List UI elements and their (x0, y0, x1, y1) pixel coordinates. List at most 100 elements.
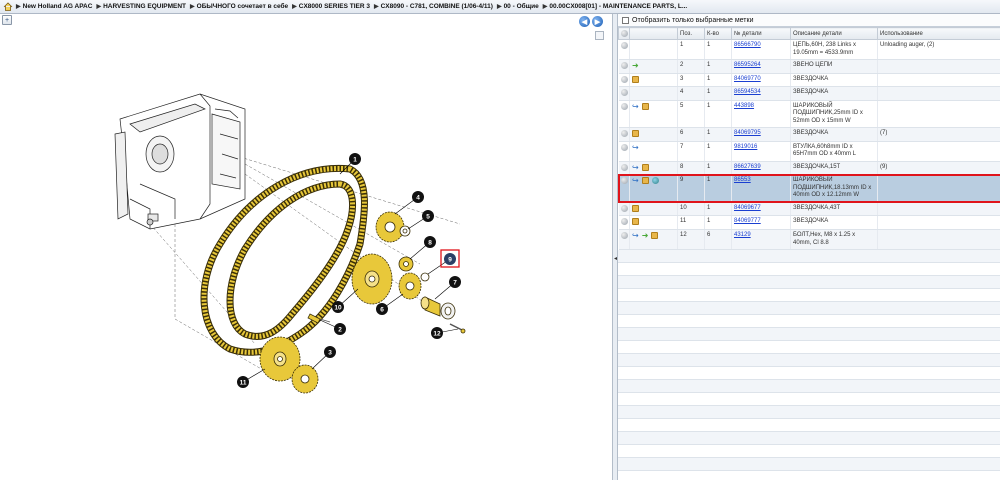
table-row[interactable]: ↪ 9 1 86553 ШАРИКОВЫЙ ПОДШИПНИК,18.13mm ID x… (617, 173, 1000, 204)
table-row[interactable]: 4 1 86594534 ЗВЕЗДОЧКА (618, 86, 1000, 101)
parts-diagram[interactable]: 1 2 3 4 5 6 7 8 9 10 11 12 (0, 28, 612, 480)
table-row[interactable]: 10 1 84069677 ЗВЕЗДОЧКА,43Т (618, 202, 1000, 217)
package-icon[interactable] (641, 102, 649, 110)
callout-5[interactable]: 5 (407, 210, 434, 230)
table-row[interactable]: 6 1 84069795 ЗВЕЗДОЧКА (7) (618, 127, 1000, 142)
breadcrumb-link[interactable]: New Holland AG APAC (23, 3, 93, 10)
next-page-icon[interactable]: ▶ (592, 16, 603, 27)
part-number-link[interactable]: 86594534 (734, 89, 761, 95)
add-icon[interactable]: + (2, 15, 12, 25)
replace-arrow-icon[interactable]: ↪ (632, 177, 639, 185)
breadcrumb-item[interactable]: ▶ ОБЫЧНОГО сочетает в себе (190, 3, 288, 10)
replace-arrow-icon[interactable]: ↪ (632, 102, 639, 110)
breadcrumb-item[interactable]: ▶ New Holland AG APAC (16, 3, 92, 10)
select-icon[interactable] (620, 232, 628, 240)
home-icon[interactable] (3, 2, 13, 11)
package-icon[interactable] (641, 177, 649, 185)
select-icon[interactable] (620, 62, 628, 69)
header-part-number[interactable]: № детали (731, 27, 791, 40)
callout-4[interactable]: 4 (394, 191, 424, 215)
select-icon[interactable] (620, 218, 628, 226)
callout-3[interactable]: 3 (311, 346, 336, 370)
replace-arrow-icon[interactable]: ↪ (632, 232, 639, 240)
select-icon[interactable] (620, 177, 628, 185)
select-icon[interactable] (620, 75, 628, 83)
row-select-cell[interactable] (618, 174, 630, 203)
table-row[interactable]: ↪ 5 1 443898 ШАРИКОВЫЙ ПОДШИПНИК,25mm ID x 5… (618, 100, 1000, 129)
row-select-cell[interactable] (618, 127, 630, 142)
part-number-link[interactable]: 86627639 (734, 164, 761, 170)
part-number-link[interactable]: 86595264 (734, 62, 761, 68)
header-description[interactable]: Описание детали (790, 27, 878, 40)
package-icon[interactable] (632, 204, 639, 212)
table-row[interactable]: ➜ 2 1 86595264 ЗВЕНО ЦЕПИ (618, 59, 1000, 74)
replace-arrow-icon[interactable]: ↪ (632, 163, 639, 171)
callout-9[interactable]: 9 (427, 249, 460, 275)
part-number-link[interactable]: 86566790 (734, 42, 761, 48)
part-number-link[interactable]: 84069677 (734, 205, 761, 211)
select-icon[interactable] (620, 130, 628, 138)
forward-arrow-icon[interactable]: ➜ (642, 232, 649, 240)
package-icon[interactable] (632, 75, 639, 83)
select-icon[interactable] (620, 42, 628, 49)
row-select-cell[interactable] (618, 59, 630, 74)
row-select-cell[interactable] (618, 73, 630, 88)
header-qty[interactable]: К-во (704, 27, 732, 40)
globe-icon[interactable] (651, 177, 659, 185)
show-selected-checkbox[interactable] (622, 16, 629, 24)
part-number-link[interactable]: 84069795 (734, 130, 761, 136)
part-number-link[interactable]: 84069777 (734, 218, 761, 224)
table-row[interactable]: 11 1 84069777 ЗВЕЗДОЧКА (618, 215, 1000, 231)
select-all-icon[interactable] (621, 29, 628, 37)
part-number-link[interactable]: 86553 (734, 177, 751, 183)
part-number-link[interactable]: 9819016 (734, 144, 757, 150)
breadcrumb-item[interactable]: ▶ CX8090 - C781, COMBINE (1/06-4/11) (374, 3, 493, 10)
breadcrumb-item[interactable]: ▶ HARVESTING EQUIPMENT (96, 3, 186, 10)
package-icon[interactable] (641, 163, 649, 171)
callout-7[interactable]: 7 (434, 276, 461, 300)
table-row[interactable]: 1 1 86566790 ЦЕПЬ,60Н, 238 Links x 19.05mm … (618, 39, 1000, 60)
row-select-cell[interactable] (618, 100, 630, 129)
breadcrumb-item[interactable]: ▶ 00 - Общие (497, 3, 539, 10)
select-icon[interactable] (620, 204, 628, 212)
header-pos[interactable]: Поз. (677, 27, 705, 40)
breadcrumb-link[interactable]: CX8090 - C781, COMBINE (1/06-4/11) (381, 3, 493, 10)
callout-12[interactable]: 12 (431, 327, 459, 339)
part-number-link[interactable]: 43129 (734, 232, 751, 238)
breadcrumb-item[interactable]: ▶ CX8000 SERIES TIER 3 (292, 3, 370, 10)
table-row[interactable]: 3 1 84069770 ЗВЕЗДОЧКА (618, 73, 1000, 88)
part-number-link[interactable]: 84069770 (734, 76, 761, 82)
breadcrumb-link[interactable]: CX8000 SERIES TIER 3 (299, 3, 370, 10)
callout-11[interactable]: 11 (237, 368, 266, 388)
part-number-link[interactable]: 443898 (734, 103, 754, 109)
table-row[interactable]: ↪ ➜ 12 6 43129 БОЛТ,Hex, M8 x 1.25 x 40mm, Cl… (618, 229, 1000, 251)
callout-2[interactable]: 2 (319, 319, 346, 335)
header-usage[interactable]: Использование (877, 27, 1000, 40)
package-icon[interactable] (632, 130, 639, 138)
breadcrumb-link[interactable]: HARVESTING EQUIPMENT (103, 3, 186, 10)
replace-arrow-icon[interactable]: ↪ (632, 143, 639, 151)
breadcrumb-link[interactable]: ОБЫЧНОГО сочетает в себе (197, 3, 289, 10)
breadcrumb-link[interactable]: 00.00CX008[01] - MAINTENANCE PARTS, L... (549, 3, 687, 10)
package-icon[interactable] (651, 232, 659, 240)
forward-arrow-icon[interactable]: ➜ (632, 62, 639, 70)
select-icon[interactable] (620, 143, 628, 151)
breadcrumb-link[interactable]: 00 - Общие (504, 3, 539, 10)
row-select-cell[interactable] (618, 39, 630, 60)
table-row[interactable]: ↪ 7 1 9819016 ВТУЛКА,60h8mm ID x 65H7mm OD x… (618, 141, 1000, 162)
package-icon[interactable] (632, 218, 639, 226)
table-row[interactable]: ↪ 8 1 86627639 ЗВЕЗДОЧКА,15Т (9) (618, 161, 1000, 176)
callout-8[interactable]: 8 (409, 236, 436, 260)
row-select-cell[interactable] (618, 229, 630, 251)
row-select-cell[interactable] (618, 215, 630, 231)
select-icon[interactable] (620, 163, 628, 171)
select-icon[interactable] (620, 89, 628, 97)
row-select-cell[interactable] (618, 141, 630, 162)
row-select-cell[interactable] (618, 86, 630, 101)
previous-page-icon[interactable]: ◀ (579, 16, 590, 27)
breadcrumb-item[interactable]: ▶ 00.00CX008[01] - MAINTENANCE PARTS, L..… (543, 3, 687, 10)
header-select-all[interactable] (618, 27, 630, 40)
select-icon[interactable] (620, 102, 628, 110)
row-select-cell[interactable] (618, 202, 630, 217)
row-select-cell[interactable] (618, 161, 630, 176)
